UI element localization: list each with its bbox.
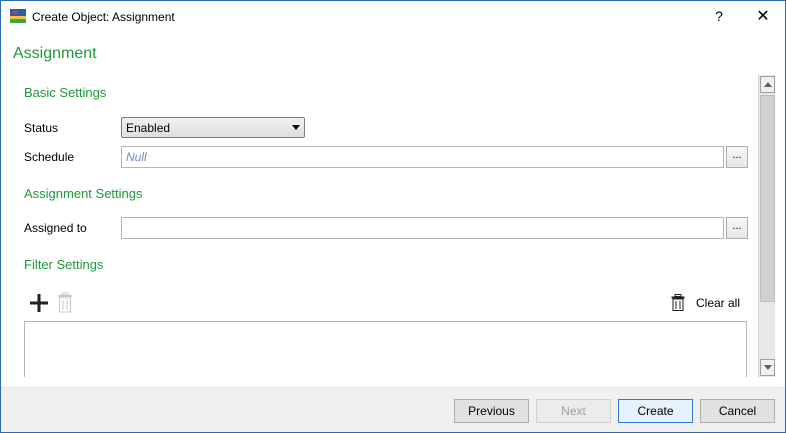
assignment-settings-title: Assignment Settings — [24, 186, 143, 201]
filter-list[interactable] — [24, 321, 747, 377]
basic-settings-title: Basic Settings — [24, 85, 107, 100]
scroll-down-button[interactable] — [760, 359, 775, 376]
arrow-down-icon — [764, 365, 772, 370]
help-button[interactable]: ? — [707, 1, 731, 32]
trash-icon — [58, 292, 72, 313]
scrollbar-thumb[interactable] — [760, 95, 775, 302]
schedule-input[interactable]: Null — [121, 146, 724, 168]
window-title: Create Object: Assignment — [32, 10, 175, 24]
chevron-down-icon — [292, 125, 300, 130]
title-bar: Create Object: Assignment ? ✕ — [1, 1, 785, 32]
clear-all-label: Clear all — [696, 296, 741, 310]
assigned-to-label: Assigned to — [24, 221, 87, 235]
dialog-footer: Previous Next Create Cancel — [1, 387, 785, 432]
assigned-to-input[interactable] — [121, 217, 724, 239]
page-title: Assignment — [13, 45, 97, 62]
trash-icon — [671, 294, 685, 311]
status-dropdown[interactable]: Enabled — [121, 117, 305, 138]
previous-button[interactable]: Previous — [454, 399, 529, 423]
scroll-up-button[interactable] — [760, 76, 775, 93]
form-content: Basic Settings Status Enabled Schedule N… — [11, 75, 776, 377]
status-label: Status — [24, 121, 59, 135]
next-button[interactable]: Next — [536, 399, 611, 423]
plus-icon[interactable] — [29, 293, 49, 313]
assigned-to-browse-button[interactable]: ... — [726, 217, 748, 239]
cancel-button[interactable]: Cancel — [700, 399, 775, 423]
schedule-label: Schedule — [24, 150, 75, 164]
arrow-up-icon — [764, 82, 772, 87]
filter-settings-title: Filter Settings — [24, 257, 104, 272]
dialog-window: Create Object: Assignment ? ✕ Assignment… — [0, 0, 786, 433]
close-button[interactable]: ✕ — [749, 1, 777, 32]
create-button[interactable]: Create — [618, 399, 693, 423]
app-icon — [10, 9, 26, 23]
status-value: Enabled — [126, 121, 171, 135]
schedule-browse-button[interactable]: ... — [726, 146, 748, 168]
schedule-placeholder: Null — [126, 150, 147, 164]
vertical-scrollbar[interactable] — [758, 75, 775, 377]
